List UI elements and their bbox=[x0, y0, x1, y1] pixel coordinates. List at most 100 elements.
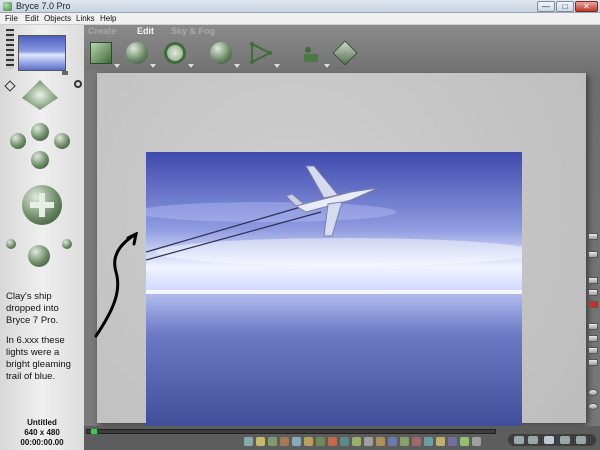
scene-svg bbox=[146, 152, 522, 434]
timeline-playhead[interactable] bbox=[91, 429, 97, 434]
menu-edit[interactable]: Edit bbox=[25, 13, 39, 25]
camera-zoom-icon[interactable] bbox=[31, 151, 49, 169]
terrain-editor-icon[interactable] bbox=[332, 40, 358, 66]
select-icon[interactable] bbox=[316, 437, 325, 446]
chevron-down-icon bbox=[324, 64, 330, 68]
select-icon[interactable] bbox=[400, 437, 409, 446]
cube-scale-icon-body bbox=[210, 42, 232, 64]
camera-pan-left-icon[interactable] bbox=[10, 133, 26, 149]
pencil-icon[interactable] bbox=[588, 233, 598, 240]
tab-create[interactable]: Create bbox=[88, 26, 116, 37]
user-notes: Clay's ship dropped into Bryce 7 Pro. In… bbox=[6, 291, 84, 391]
select-icon[interactable] bbox=[460, 437, 469, 446]
note-line-1: Clay's ship dropped into Bryce 7 Pro. bbox=[6, 291, 59, 326]
maximize-button[interactable]: □ bbox=[556, 1, 574, 12]
sea bbox=[146, 290, 522, 434]
render-small-ball-icon[interactable] bbox=[6, 239, 16, 249]
tab-sky-fog[interactable]: Sky & Fog bbox=[171, 26, 215, 37]
settings-icon[interactable] bbox=[588, 389, 598, 396]
working-window[interactable] bbox=[84, 70, 586, 434]
grid-icon[interactable] bbox=[588, 323, 598, 330]
select-icon[interactable] bbox=[388, 437, 397, 446]
resize-cube-icon[interactable] bbox=[88, 40, 120, 68]
select-icon[interactable] bbox=[352, 437, 361, 446]
play-icon[interactable] bbox=[544, 436, 554, 444]
record-icon[interactable] bbox=[588, 301, 598, 308]
camera-view-icon[interactable] bbox=[22, 80, 58, 110]
select-icon[interactable] bbox=[268, 437, 277, 446]
select-icon[interactable] bbox=[292, 437, 301, 446]
reposition-icon-body bbox=[164, 42, 186, 64]
nano-preview[interactable] bbox=[18, 35, 66, 71]
chevron-down-icon[interactable] bbox=[62, 71, 68, 75]
align-icon[interactable] bbox=[248, 40, 280, 68]
rotate-icon-body bbox=[126, 42, 148, 64]
randomize-icon-body bbox=[304, 47, 318, 62]
layers-icon[interactable] bbox=[588, 347, 598, 354]
close-button[interactable]: ✕ bbox=[575, 1, 598, 12]
resize-cube-icon-body bbox=[90, 42, 112, 64]
camera-tripod-icon[interactable] bbox=[4, 80, 16, 92]
camera-cross-control-icon[interactable] bbox=[22, 185, 62, 225]
chevron-down-icon[interactable] bbox=[472, 437, 481, 446]
plop-render-icon[interactable] bbox=[588, 277, 598, 284]
right-toolbar bbox=[586, 233, 600, 433]
select-icon[interactable] bbox=[328, 437, 337, 446]
gear-icon[interactable] bbox=[588, 403, 598, 410]
select-icon[interactable] bbox=[424, 437, 433, 446]
select-icon[interactable] bbox=[304, 437, 313, 446]
chevron-down-icon bbox=[188, 64, 194, 68]
terrain-editor-icon-body bbox=[332, 40, 358, 66]
select-icon[interactable] bbox=[376, 437, 385, 446]
render-options-ball-icon[interactable] bbox=[62, 239, 72, 249]
cloud-band bbox=[146, 202, 396, 222]
fast-forward-icon[interactable] bbox=[576, 436, 586, 444]
timeline-scrubber[interactable] bbox=[86, 429, 496, 434]
chevron-down-icon bbox=[114, 64, 120, 68]
minimize-button[interactable]: — bbox=[537, 1, 555, 12]
rotate-icon[interactable] bbox=[124, 40, 156, 68]
menu-objects[interactable]: Objects bbox=[44, 13, 71, 25]
select-icon[interactable] bbox=[280, 437, 289, 446]
control-palette: Clay's ship dropped into Bryce 7 Pro. In… bbox=[0, 25, 84, 450]
align-icon-body bbox=[250, 42, 272, 64]
step-back-icon[interactable] bbox=[528, 436, 538, 444]
menu-file[interactable]: File bbox=[5, 13, 18, 25]
step-forward-icon[interactable] bbox=[560, 436, 570, 444]
doc-size: 640 x 480 bbox=[24, 428, 60, 437]
transport-controls bbox=[508, 434, 596, 446]
select-icon[interactable] bbox=[244, 437, 253, 446]
display-mode-icon[interactable] bbox=[588, 289, 598, 296]
menu-help[interactable]: Help bbox=[100, 13, 116, 25]
chevron-down-icon bbox=[150, 64, 156, 68]
render-ball-icon[interactable] bbox=[28, 245, 50, 267]
select-icon[interactable] bbox=[448, 437, 457, 446]
tab-edit[interactable]: Edit bbox=[137, 26, 154, 37]
select-icon[interactable] bbox=[256, 437, 265, 446]
camera-pan-right-icon[interactable] bbox=[54, 133, 70, 149]
rewind-icon[interactable] bbox=[514, 436, 524, 444]
randomize-icon[interactable] bbox=[298, 40, 330, 68]
view-scroll-icon[interactable] bbox=[6, 29, 14, 69]
window-title: Bryce 7.0 Pro bbox=[16, 1, 71, 11]
select-icon[interactable] bbox=[340, 437, 349, 446]
chevron-down-icon bbox=[274, 64, 280, 68]
app-icon bbox=[3, 2, 12, 11]
rendered-scene bbox=[146, 152, 522, 434]
menu-links[interactable]: Links bbox=[76, 13, 95, 25]
chevron-down-icon[interactable] bbox=[588, 359, 598, 366]
timecode: 00:00:00.00 bbox=[20, 438, 64, 447]
select-icon[interactable] bbox=[412, 437, 421, 446]
brush-icon[interactable] bbox=[588, 251, 598, 258]
workspace: Create Edit Sky & Fog Clay's ship droppe… bbox=[0, 25, 600, 450]
camera-target-icon[interactable] bbox=[74, 80, 82, 88]
select-icon[interactable] bbox=[436, 437, 445, 446]
reposition-icon[interactable] bbox=[162, 40, 194, 68]
select-icon[interactable] bbox=[364, 437, 373, 446]
chevron-down-icon bbox=[234, 64, 240, 68]
note-line-2: In 6.xxx these lights were a bright glea… bbox=[6, 335, 71, 382]
cube-scale-icon[interactable] bbox=[208, 40, 240, 68]
camera-trackball-icon[interactable] bbox=[31, 123, 49, 141]
document-info: Untitled 640 x 480 00:00:00.00 bbox=[0, 418, 84, 448]
list-icon[interactable] bbox=[588, 335, 598, 342]
